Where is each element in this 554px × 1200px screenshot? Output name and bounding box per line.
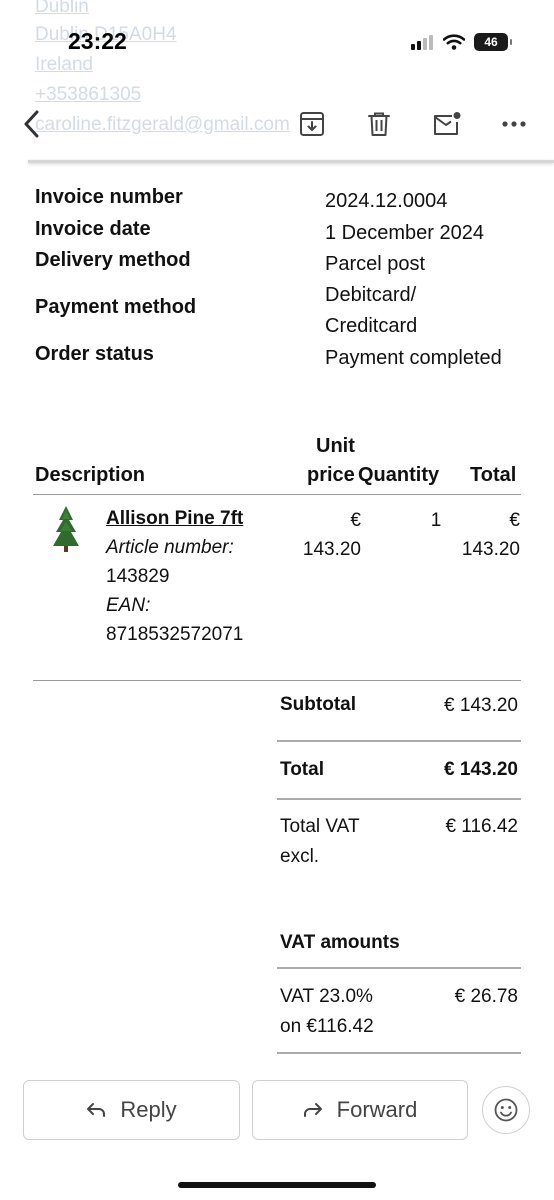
archive-button[interactable] xyxy=(292,104,332,144)
tree-thumbnail xyxy=(50,504,82,559)
subtotal-value: € 143.20 xyxy=(444,695,518,716)
status-icons: 46 xyxy=(410,33,512,51)
email-toolbar xyxy=(0,96,554,156)
info-label: Invoice number xyxy=(35,186,183,208)
emoji-reaction-button[interactable] xyxy=(482,1086,530,1134)
info-label: Payment method xyxy=(35,296,197,318)
vat-divider xyxy=(277,967,521,969)
item-total: € 143.20 xyxy=(461,510,520,560)
mark-unread-icon xyxy=(434,112,461,135)
trash-icon xyxy=(368,112,390,136)
vat-amounts-heading: VAT amounts xyxy=(280,932,400,953)
total-label: Total xyxy=(280,759,324,780)
col-header-unit-price-2: price xyxy=(307,464,355,486)
back-button[interactable] xyxy=(12,104,52,144)
info-value: Debitcard/ Creditcard xyxy=(325,284,418,337)
info-value: Parcel post xyxy=(325,253,426,275)
forward-icon xyxy=(303,1103,322,1117)
article-number: 143829 xyxy=(106,566,170,587)
cellular-signal-icon xyxy=(411,35,433,50)
col-header-total: Total xyxy=(470,464,517,486)
totals-divider xyxy=(277,740,521,742)
forward-button[interactable]: Forward xyxy=(252,1080,468,1140)
product-name-link[interactable]: Allison Pine 7ft xyxy=(106,504,286,533)
delete-button[interactable] xyxy=(359,104,399,144)
mark-unread-button[interactable] xyxy=(427,104,467,144)
item-description: Allison Pine 7ft Article number: 143829 … xyxy=(106,504,286,649)
wifi-icon xyxy=(443,34,465,50)
item-quantity: 1 xyxy=(430,510,442,531)
vat-rate-label: VAT 23.0% on €116.42 xyxy=(280,986,374,1037)
vat-excl-label: Total VAT excl. xyxy=(280,816,360,867)
article-label: Article number: xyxy=(106,537,234,558)
ean-label: EAN: xyxy=(106,595,151,616)
vat-bottom-divider xyxy=(277,1052,521,1054)
home-indicator[interactable] xyxy=(178,1182,376,1188)
more-button[interactable] xyxy=(494,104,534,144)
info-value: 1 December 2024 xyxy=(325,222,484,244)
info-label: Delivery method xyxy=(35,249,191,271)
items-divider xyxy=(33,680,521,681)
info-label: Order status xyxy=(35,343,154,365)
status-time: 23:22 xyxy=(68,28,127,54)
more-icon xyxy=(502,121,526,127)
table-header-divider xyxy=(33,494,521,495)
col-header-unit-price: Unit xyxy=(316,435,355,457)
subtotal-label: Subtotal xyxy=(280,694,356,715)
vat-amount-value: € 26.78 xyxy=(454,986,518,1007)
info-value: Payment completed xyxy=(325,347,502,369)
toolbar-divider xyxy=(28,160,554,163)
vat-excl-value: € 116.42 xyxy=(445,816,518,837)
emoji-icon xyxy=(494,1098,518,1122)
archive-icon xyxy=(300,112,324,136)
totals-divider xyxy=(277,798,521,800)
info-value: 2024.12.0004 xyxy=(325,190,448,212)
total-value: € 143.20 xyxy=(444,759,518,780)
reply-button[interactable]: Reply xyxy=(23,1080,240,1140)
ean-value: 8718532572071 xyxy=(106,624,244,645)
info-label: Invoice date xyxy=(35,218,151,240)
col-header-quantity: Quantity xyxy=(358,464,440,486)
reply-icon xyxy=(87,1103,106,1117)
reply-label: Reply xyxy=(120,1097,177,1122)
back-icon xyxy=(24,110,39,138)
col-header-description: Description xyxy=(35,464,146,486)
battery-icon: 46 xyxy=(474,33,512,51)
item-unit-price: € 143.20 xyxy=(302,510,361,560)
forward-label: Forward xyxy=(336,1097,418,1122)
